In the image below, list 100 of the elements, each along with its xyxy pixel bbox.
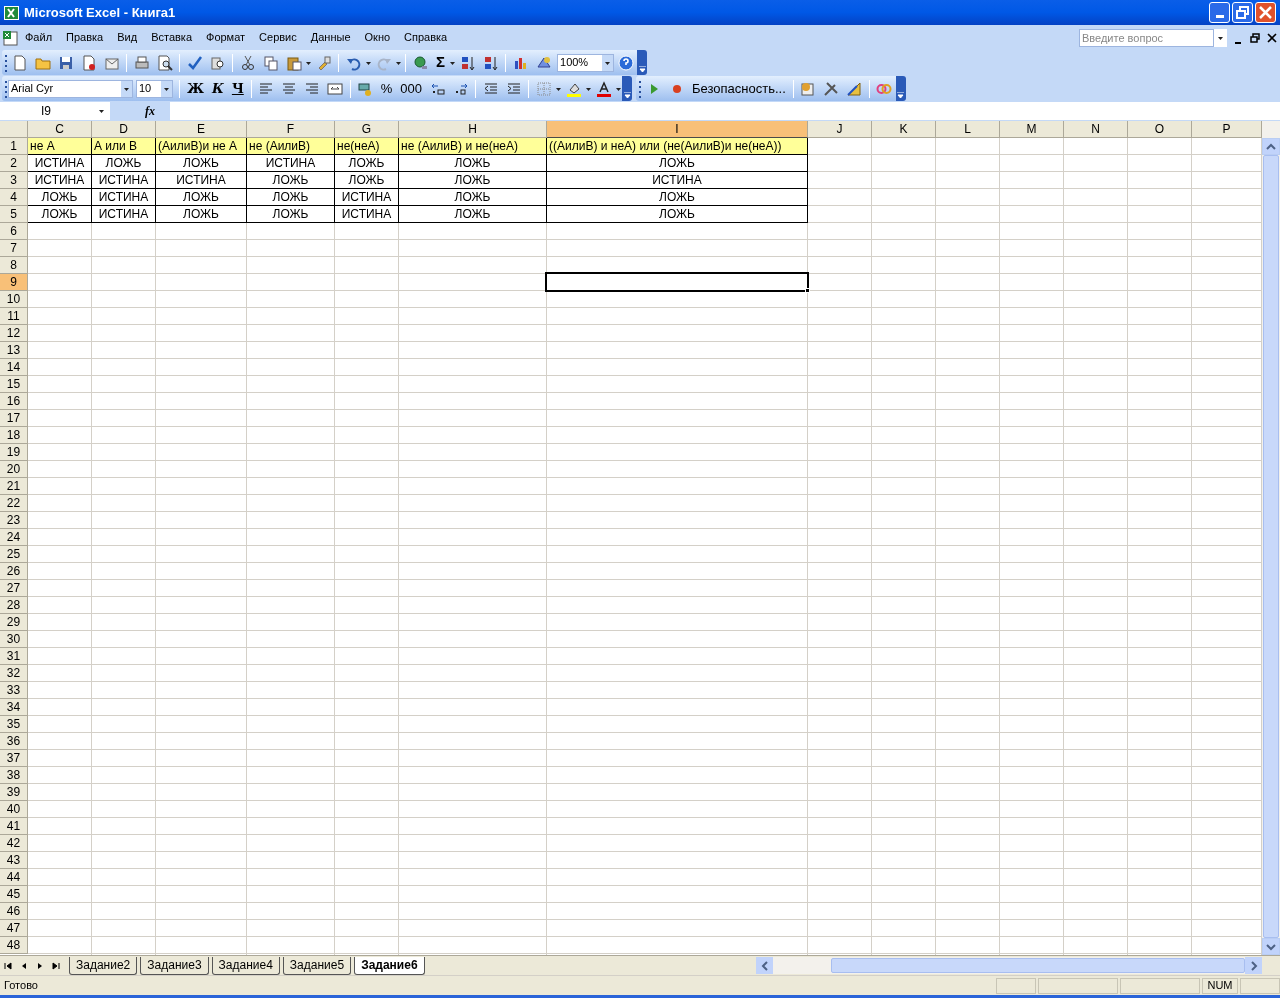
row-header[interactable]: 27 (0, 580, 28, 597)
row-header[interactable]: 20 (0, 461, 28, 478)
column-header[interactable]: F (247, 121, 335, 138)
toolbar-options-button[interactable] (895, 76, 906, 101)
row-header[interactable]: 5 (0, 206, 28, 223)
row-header[interactable]: 4 (0, 189, 28, 206)
last-sheet-icon[interactable] (51, 960, 61, 971)
dropdown-caret-icon[interactable] (585, 85, 593, 92)
dropdown-caret-icon[interactable] (555, 85, 563, 92)
underline-button[interactable]: Ч (227, 77, 248, 100)
sheet-tab[interactable]: Задание6 (354, 956, 425, 975)
spelling-check-icon[interactable] (186, 54, 203, 71)
row-header[interactable]: 9 (0, 274, 28, 291)
row-header[interactable]: 16 (0, 393, 28, 410)
close-button[interactable] (1255, 2, 1276, 23)
row-header[interactable]: 47 (0, 920, 28, 937)
new-document-icon[interactable] (11, 54, 28, 71)
font-color-icon[interactable] (595, 80, 612, 97)
row-header[interactable]: 32 (0, 665, 28, 682)
row-header[interactable]: 45 (0, 886, 28, 903)
row-header[interactable]: 38 (0, 767, 28, 784)
row-header[interactable]: 18 (0, 427, 28, 444)
comma-style-button[interactable]: 000 (396, 77, 427, 100)
help-icon[interactable] (617, 54, 634, 71)
percent-style-button[interactable]: % (376, 77, 397, 100)
row-header[interactable]: 12 (0, 325, 28, 342)
toolbar-grip-icon[interactable] (638, 78, 643, 99)
column-header[interactable]: C (28, 121, 92, 138)
row-header[interactable]: 36 (0, 733, 28, 750)
dropdown-caret-icon[interactable] (365, 59, 372, 66)
horizontal-scrollbar[interactable] (756, 957, 1262, 974)
row-header[interactable]: 37 (0, 750, 28, 767)
column-header[interactable]: L (936, 121, 1000, 138)
row-header[interactable]: 15 (0, 376, 28, 393)
bold-button[interactable]: Ж (183, 77, 209, 100)
scroll-up-icon[interactable] (1266, 142, 1276, 151)
column-header[interactable]: E (156, 121, 247, 138)
column-header[interactable]: D (92, 121, 156, 138)
column-header[interactable]: P (1192, 121, 1262, 138)
row-header[interactable]: 34 (0, 699, 28, 716)
merge-center-icon[interactable] (327, 80, 344, 97)
dropdown-caret-icon[interactable] (97, 108, 105, 114)
toolbar-grip-icon[interactable] (4, 52, 8, 73)
insert-function-button[interactable]: fx (145, 102, 155, 120)
italic-button[interactable]: К (208, 77, 228, 100)
column-header[interactable]: J (808, 121, 872, 138)
workbook-icon[interactable] (2, 29, 18, 46)
row-header[interactable]: 41 (0, 818, 28, 835)
scroll-left-icon[interactable] (760, 960, 769, 971)
row-header[interactable]: 30 (0, 631, 28, 648)
fill-handle[interactable] (805, 288, 810, 293)
row-header[interactable]: 48 (0, 937, 28, 954)
menu-item[interactable]: Правка (59, 29, 111, 46)
row-header[interactable]: 11 (0, 308, 28, 325)
restore-icon[interactable] (1249, 31, 1261, 44)
dropdown-caret-icon[interactable] (163, 85, 170, 92)
align-center-icon[interactable] (281, 80, 298, 97)
autosum-button[interactable]: Σ (432, 51, 449, 74)
sheet-tab[interactable]: Задание2 (69, 956, 138, 975)
align-left-icon[interactable] (258, 80, 275, 97)
menu-item[interactable]: Справка (397, 29, 455, 46)
zoom-dropdown[interactable]: 100% (557, 53, 614, 72)
row-header[interactable]: 22 (0, 495, 28, 512)
sort-descending-icon[interactable] (482, 54, 499, 71)
column-header[interactable]: O (1128, 121, 1192, 138)
row-header[interactable]: 40 (0, 801, 28, 818)
save-icon[interactable] (57, 54, 74, 71)
decrease-indent-icon[interactable] (482, 80, 499, 97)
row-header[interactable]: 28 (0, 597, 28, 614)
row-header[interactable]: 39 (0, 784, 28, 801)
print-preview-icon[interactable] (156, 54, 173, 71)
row-header[interactable]: 26 (0, 563, 28, 580)
row-header[interactable]: 2 (0, 155, 28, 172)
first-sheet-icon[interactable] (3, 960, 13, 971)
row-header[interactable]: 29 (0, 614, 28, 631)
align-right-icon[interactable] (304, 80, 321, 97)
column-header[interactable]: H (399, 121, 547, 138)
row-header[interactable]: 25 (0, 546, 28, 563)
row-header[interactable]: 42 (0, 835, 28, 852)
row-header[interactable]: 31 (0, 648, 28, 665)
menu-item[interactable]: Вид (110, 29, 145, 46)
copy-icon[interactable] (262, 54, 279, 71)
dropdown-caret-icon[interactable] (449, 59, 456, 66)
scroll-thumb[interactable] (831, 958, 1245, 973)
menu-item[interactable]: Вставка (144, 29, 199, 46)
scroll-right-icon[interactable] (1249, 960, 1258, 971)
row-header[interactable]: 23 (0, 512, 28, 529)
dropdown-caret-icon[interactable] (615, 85, 623, 92)
dropdown-caret-icon[interactable] (305, 59, 312, 66)
minimize-button[interactable] (1209, 2, 1230, 23)
sheet-tab[interactable]: Задание3 (140, 956, 209, 975)
row-header[interactable]: 3 (0, 172, 28, 189)
column-header[interactable]: M (1000, 121, 1064, 138)
row-header[interactable]: 43 (0, 852, 28, 869)
row-header[interactable]: 1 (0, 138, 28, 155)
row-header[interactable]: 6 (0, 223, 28, 240)
cut-icon[interactable] (239, 54, 256, 71)
menu-item[interactable]: Данные (303, 29, 358, 46)
dropdown-caret-icon[interactable] (395, 59, 402, 66)
row-header[interactable]: 46 (0, 903, 28, 920)
